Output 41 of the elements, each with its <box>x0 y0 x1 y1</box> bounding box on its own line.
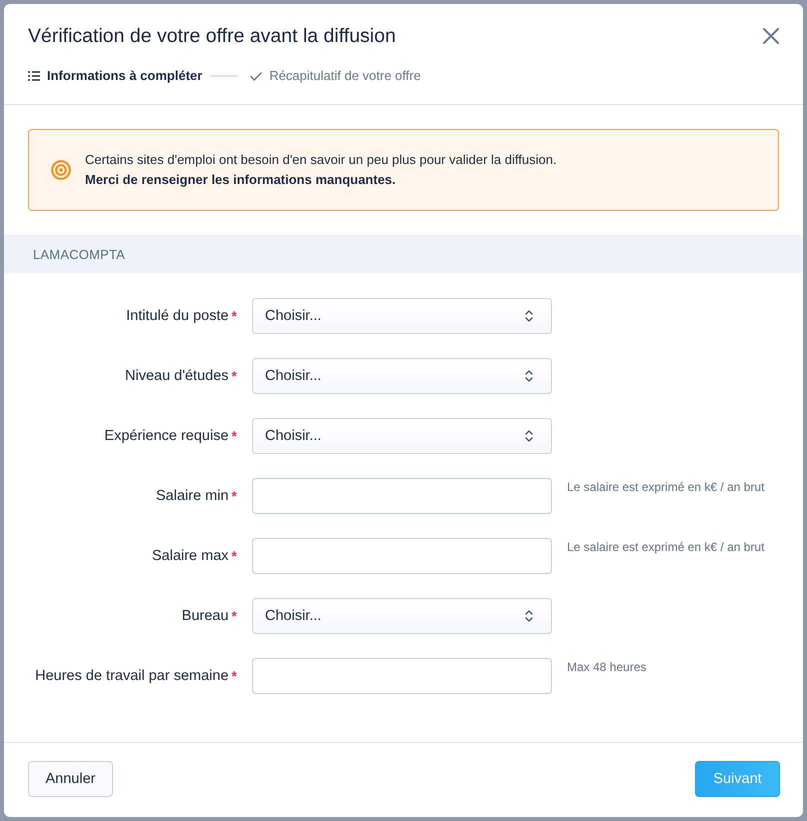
text-input-field[interactable] <box>252 478 552 514</box>
check-icon <box>250 72 262 80</box>
alert-emphasis: Merci de renseigner les informations manquantes. <box>85 171 397 189</box>
required-asterisk: * <box>232 608 237 624</box>
field-label: Salaire min <box>156 488 229 504</box>
required-asterisk: * <box>232 368 237 384</box>
required-asterisk: * <box>232 308 237 324</box>
step-label: Informations à compléter <box>47 67 202 85</box>
chevron-updown-icon <box>525 610 533 622</box>
text-input-field[interactable] <box>252 658 552 694</box>
field-label: Bureau <box>182 608 229 624</box>
field-label: Intitulé du poste <box>126 308 229 324</box>
alert-message: Certains sites d'emploi ont besoin d'en savoir un peu plus pour valider la diffusion. <box>85 151 557 169</box>
required-asterisk: * <box>232 488 237 504</box>
select-field[interactable]: Choisir... <box>252 298 552 334</box>
select-field[interactable]: Choisir... <box>252 418 552 454</box>
select-field[interactable]: Choisir... <box>252 358 552 394</box>
required-asterisk: * <box>232 668 237 684</box>
field-label: Niveau d'études <box>125 368 229 384</box>
step-connector <box>210 75 238 77</box>
section-title: LAMACOMPTA <box>33 246 126 262</box>
close-icon <box>763 28 779 44</box>
step-label: Récapitulatif de votre offre <box>269 67 421 85</box>
cancel-button[interactable]: Annuler <box>28 761 113 797</box>
field-hint: Le salaire est exprimé en k€ / an brut <box>567 539 764 555</box>
close-button[interactable] <box>763 28 779 44</box>
text-input-field[interactable] <box>252 538 552 574</box>
list-icon <box>28 71 40 81</box>
chevron-updown-icon <box>525 310 533 322</box>
field-label: Heures de travail par semaine <box>35 668 229 684</box>
dialog-title: Vérification de votre offre avant la diffusion <box>28 24 396 48</box>
select-field[interactable]: Choisir... <box>252 598 552 634</box>
required-asterisk: * <box>232 548 237 564</box>
field-hint: Max 48 heures <box>567 659 646 675</box>
field-hint: Le salaire est exprimé en k€ / an brut <box>567 479 764 495</box>
field-label: Salaire max <box>152 548 229 564</box>
field-label: Expérience requise <box>104 428 229 444</box>
chevron-updown-icon <box>525 370 533 382</box>
target-icon <box>51 160 71 180</box>
chevron-updown-icon <box>525 430 533 442</box>
required-asterisk: * <box>232 428 237 444</box>
